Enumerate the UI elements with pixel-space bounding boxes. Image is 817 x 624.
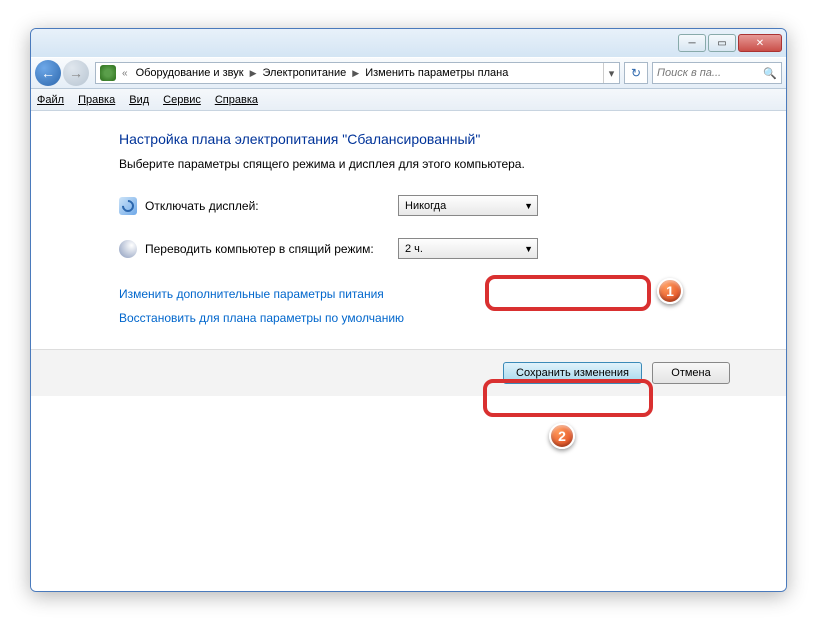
content-area: Настройка плана электропитания "Сбаланси… [31,111,786,591]
forward-button[interactable]: → [63,60,89,86]
chevron-right-icon: ▶ [352,68,359,79]
close-button[interactable]: ✕ [738,34,782,52]
chevron-right-icon: ▶ [250,68,257,79]
breadcrumb-edit-plan[interactable]: Изменить параметры плана [361,67,512,79]
titlebar: ─ ▭ ✕ [31,29,786,57]
display-off-row: Отключать дисплей: Никогда ▼ [119,195,786,216]
address-dropdown-icon[interactable]: ▾ [603,63,619,83]
menu-help[interactable]: Справка [215,94,258,106]
menu-tools[interactable]: Сервис [163,94,201,106]
save-button[interactable]: Сохранить изменения [503,362,642,384]
control-panel-icon [100,65,116,81]
annotation-callout-2: 2 [549,423,575,449]
maximize-button[interactable]: ▭ [708,34,736,52]
chevron-down-icon: ▼ [524,244,533,254]
display-off-dropdown[interactable]: Никогда ▼ [398,195,538,216]
address-bar[interactable]: « Оборудование и звук ▶ Электропитание ▶… [95,62,620,84]
display-icon [119,197,137,215]
footer-bar: Сохранить изменения Отмена [31,349,786,396]
breadcrumb-hardware[interactable]: Оборудование и звук [132,67,248,79]
chevron-down-icon: ▼ [524,201,533,211]
sleep-icon [119,240,137,258]
restore-defaults-link[interactable]: Восстановить для плана параметры по умол… [119,311,404,325]
search-icon: 🔍 [763,67,777,80]
sleep-value: 2 ч. [405,243,423,255]
display-off-value: Никогда [405,200,446,212]
chevron-left-icon: « [122,68,128,79]
search-input[interactable]: Поиск в па... 🔍 [652,62,782,84]
search-placeholder: Поиск в па... [657,67,721,79]
minimize-button[interactable]: ─ [678,34,706,52]
advanced-settings-link[interactable]: Изменить дополнительные параметры питани… [119,287,384,301]
page-title: Настройка плана электропитания "Сбаланси… [119,131,786,147]
annotation-callout-1: 1 [657,278,683,304]
menu-edit[interactable]: Правка [78,94,115,106]
cancel-button[interactable]: Отмена [652,362,730,384]
sleep-row: Переводить компьютер в спящий режим: 2 ч… [119,238,786,259]
breadcrumb-power[interactable]: Электропитание [259,67,351,79]
refresh-button[interactable]: ↻ [624,62,648,84]
navigation-bar: ← → « Оборудование и звук ▶ Электропитан… [31,57,786,89]
page-subtitle: Выберите параметры спящего режима и дисп… [119,157,786,171]
control-panel-window: ─ ▭ ✕ ← → « Оборудование и звук ▶ Электр… [30,28,787,592]
menu-view[interactable]: Вид [129,94,149,106]
sleep-dropdown[interactable]: 2 ч. ▼ [398,238,538,259]
display-off-label: Отключать дисплей: [145,199,398,213]
sleep-label: Переводить компьютер в спящий режим: [145,242,398,256]
menu-bar: Файл Правка Вид Сервис Справка [31,89,786,111]
menu-file[interactable]: Файл [37,94,64,106]
back-button[interactable]: ← [35,60,61,86]
